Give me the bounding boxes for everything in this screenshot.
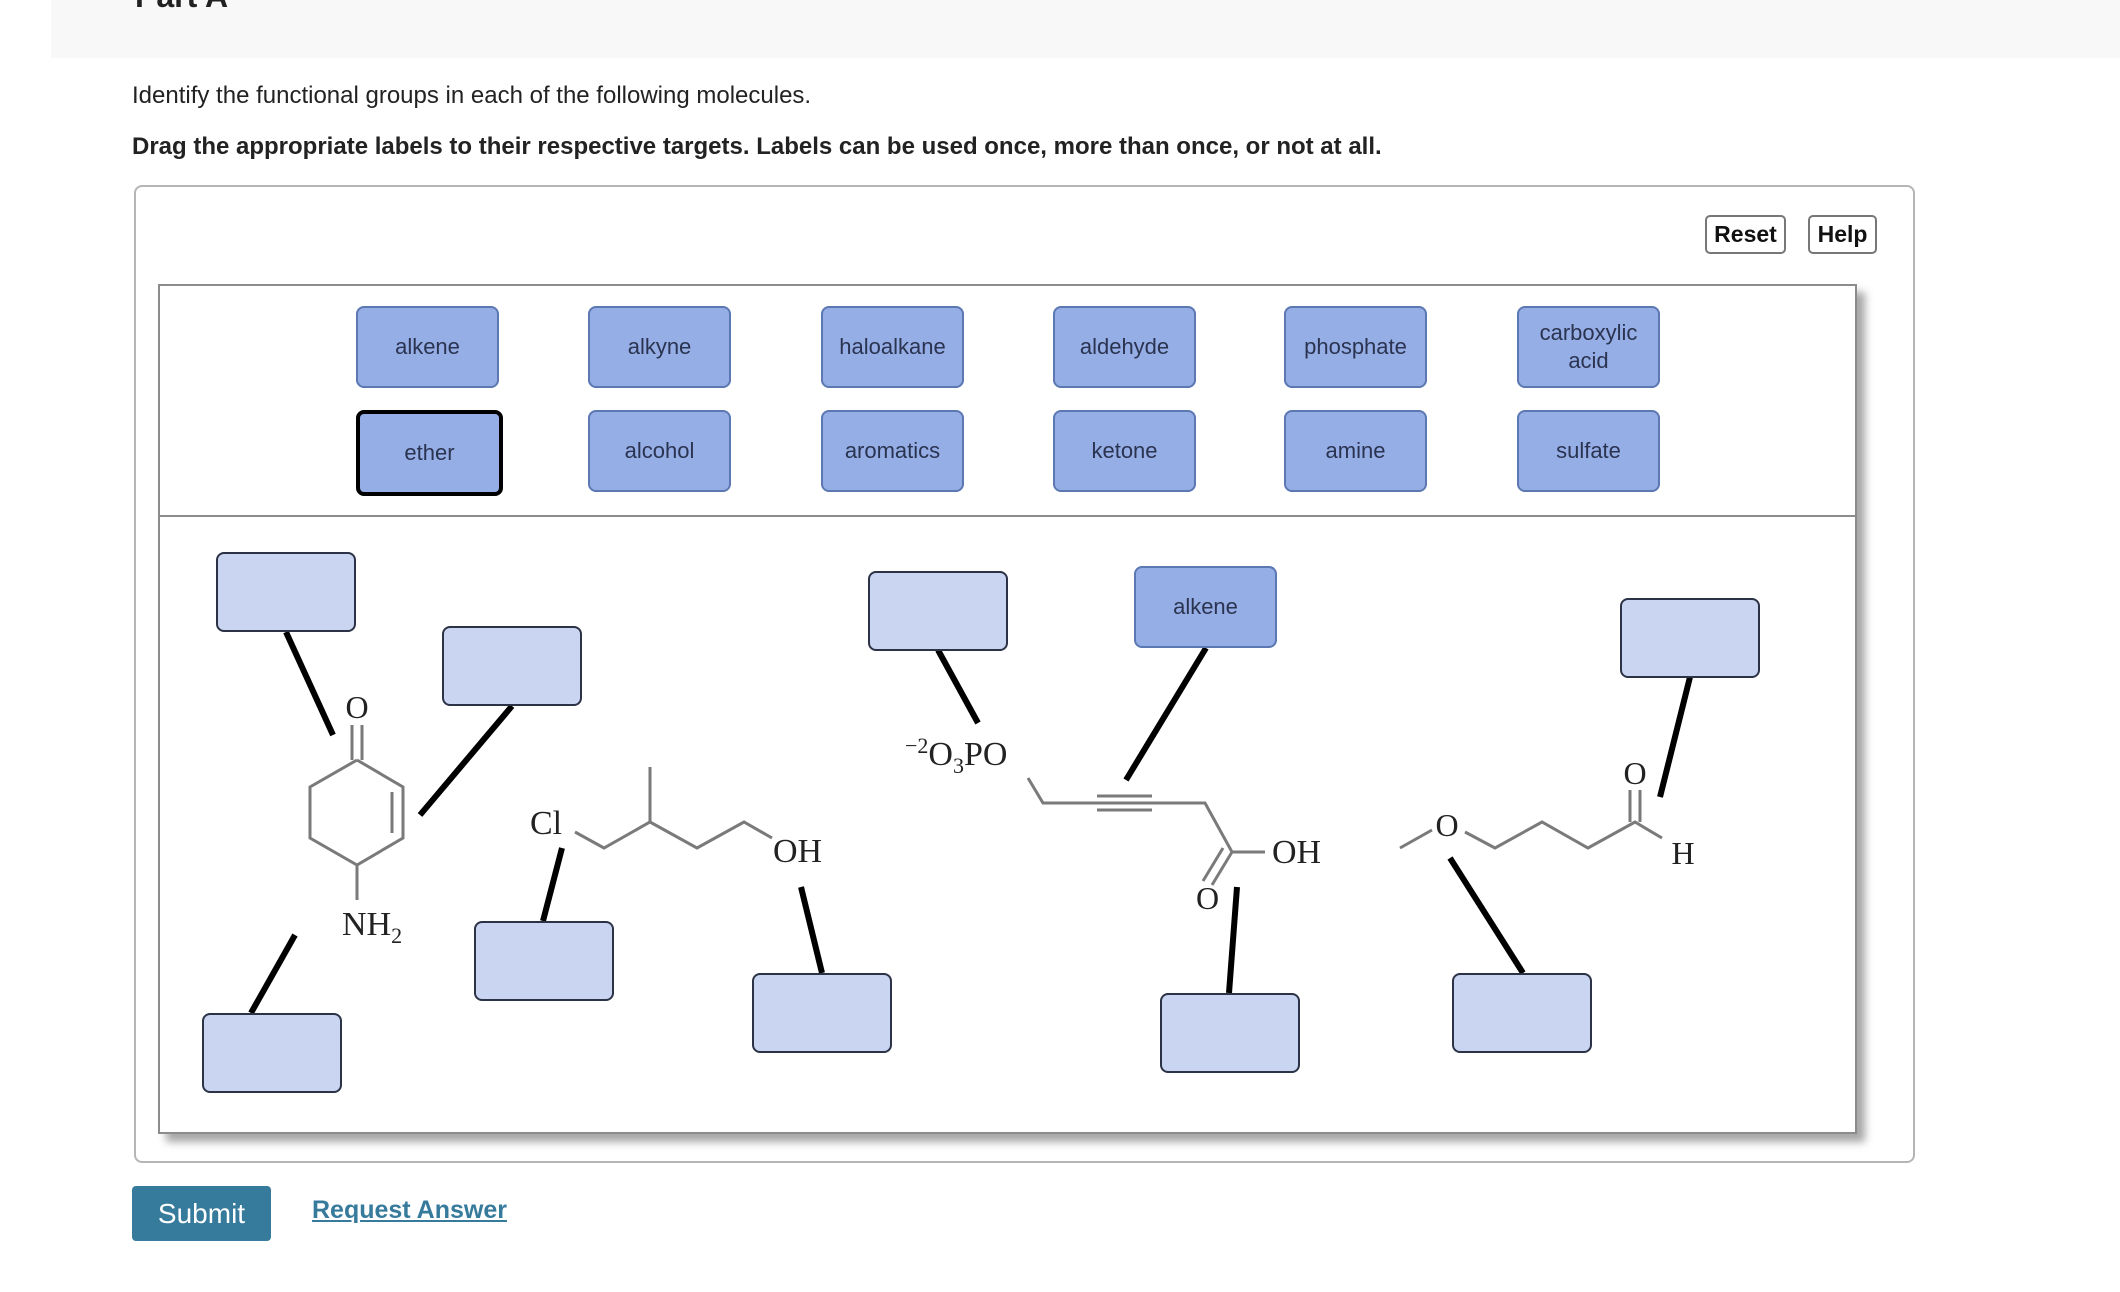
hydroxyl-text: OH xyxy=(773,833,822,870)
leader-line xyxy=(1657,676,1693,798)
carboxyl-oxygen-atom: O xyxy=(1196,880,1219,916)
carboxyl-hydroxyl-text: OH xyxy=(1272,834,1321,871)
molecule-ether-aldehyde: O O H xyxy=(1399,755,1695,871)
aldehyde-oxygen-atom: O xyxy=(1623,755,1646,791)
drop-target-ring-double-bond[interactable] xyxy=(442,626,582,706)
aldehyde-hydrogen-atom: H xyxy=(1671,835,1694,871)
phosphate-text: −2O3PO xyxy=(905,733,1007,778)
amine-subscript: 2 xyxy=(391,923,402,948)
leader-line xyxy=(1447,856,1526,975)
drop-target-amine[interactable] xyxy=(202,1013,342,1093)
leader-line xyxy=(1226,886,1240,994)
leader-line xyxy=(283,630,336,737)
amine-group-text: NH2 xyxy=(342,906,402,948)
molecule-phosphate-acid: −2O3PO OH O xyxy=(905,733,1321,916)
leader-line xyxy=(1123,646,1209,782)
molecule-chloro-alcohol: Cl OH xyxy=(530,767,822,870)
carbonyl-oxygen-atom: O xyxy=(345,689,368,725)
leader-line xyxy=(798,886,825,974)
drop-target-hydroxyl[interactable] xyxy=(752,973,892,1053)
drop-target-aldehyde[interactable] xyxy=(1620,598,1760,678)
submit-button[interactable]: Submit xyxy=(132,1186,271,1241)
leader-line xyxy=(417,704,515,817)
drop-target-ketone-carbonyl[interactable] xyxy=(216,552,356,632)
drop-target-ether[interactable] xyxy=(1452,973,1592,1053)
drop-target-triple-bond[interactable]: alkene xyxy=(1134,566,1277,648)
leader-line xyxy=(248,933,298,1015)
molecule-cyclohexenone: O NH2 xyxy=(308,689,405,948)
amine-formula: NH xyxy=(342,906,391,943)
drop-target-carboxyl[interactable] xyxy=(1160,993,1300,1073)
ether-oxygen-atom: O xyxy=(1435,807,1458,843)
request-answer-link[interactable]: Request Answer xyxy=(312,1196,507,1225)
drop-target-chloro[interactable] xyxy=(474,921,614,1001)
leader-line xyxy=(540,847,565,922)
molecule-drawings: O NH2 Cl OH −2O3PO OH O O O H xyxy=(248,630,1695,1015)
leader-line xyxy=(935,648,981,725)
drop-target-phosphate[interactable] xyxy=(868,571,1008,651)
chlorine-atom: Cl xyxy=(530,805,562,842)
